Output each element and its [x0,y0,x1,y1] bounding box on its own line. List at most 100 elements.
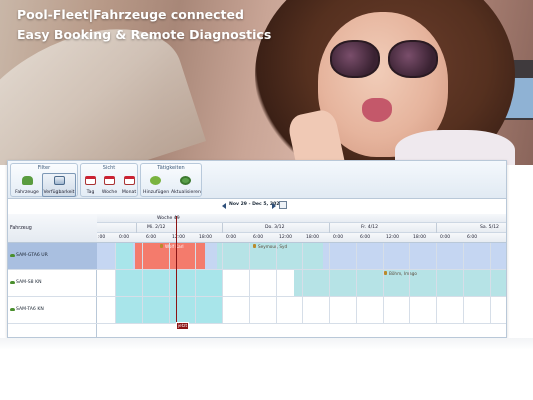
hour-label: 0:00 [440,235,451,240]
date-navigator: Nov 29 - Dec 5, 2020 [8,199,506,214]
current-time-badge: jetzt [176,322,189,330]
day-label: Do. 3/12 [265,225,285,230]
hour-label: 18:00 [306,235,319,240]
view-day-button[interactable]: Tag [82,173,99,197]
hour-label: 12:00 [172,235,185,240]
vehicle-column-header: Fahrzeug [8,214,97,243]
ribbon-group-title: Tätigkeiten [157,165,185,171]
page: Pool-Fleet|Fahrzeuge connected Easy Book… [0,0,533,400]
current-time-line [176,216,177,326]
booking-label: Seymour, Syd [258,244,288,249]
car-icon [21,176,33,185]
hour-label: 18:00 [413,235,426,240]
booking-block[interactable]: Seymour, Syd [217,243,323,269]
booking-block[interactable]: Böhm, Imago [294,270,506,296]
day-separator [436,223,437,233]
vehicle-label: SAM-GTA6 UR [16,253,48,258]
availability-filter-button[interactable]: Verfügbarkeit [42,173,76,197]
hour-label: 6:00 [360,235,371,240]
vehicle-row-header[interactable]: SAM-S8 KN [8,270,97,297]
calendar-day-icon [85,176,96,185]
hour-label: 6:00 [146,235,157,240]
booking-label: Wolf Karl [165,244,184,249]
grid-line [490,243,491,324]
button-label: Tag [86,190,95,195]
sunglasses-left [330,40,380,78]
week-header: Woche 49 [97,214,506,223]
next-week-arrow-icon[interactable] [272,203,276,209]
person-icon [253,244,256,248]
grid-line [302,243,303,324]
add-button[interactable]: Hinzufügen [142,173,169,197]
grid-line [195,243,196,324]
hero-subtitle: Easy Booking & Remote Diagnostics [17,27,272,42]
person-icon [384,271,387,275]
day-header: Mi. 2/12 Do. 3/12 Fr. 4/12 Sa. 5/12 [97,223,506,233]
view-week-button[interactable]: Woche [100,173,119,197]
button-label: Woche [101,190,118,195]
scheduler-window: Filter Fahrzeuge Verfügbarkeit Sicht Tag [7,160,507,338]
ribbon-group-title: Filter [37,165,51,171]
refresh-icon [180,176,191,185]
button-label: Fahrzeuge [15,190,39,195]
calendar-picker-icon[interactable] [279,201,287,209]
grid-line [276,243,277,324]
grid-line [249,243,250,324]
car-icon [10,281,15,284]
car-icon [10,308,15,311]
grid-line [383,243,384,324]
grid-line [436,243,437,324]
hero-photo: Pool-Fleet|Fahrzeuge connected Easy Book… [0,0,533,165]
hour-label: :00 [98,235,106,240]
timeline-area: Woche 49 Mi. 2/12 Do. 3/12 Fr. 4/12 Sa. … [97,214,506,337]
person-icon [160,244,163,248]
grid-line [409,243,410,324]
grid-line [169,243,170,324]
ribbon-group-filter: Filter Fahrzeuge Verfügbarkeit [10,163,78,197]
grid-line [115,243,116,324]
grid-line [222,243,223,324]
vehicle-row-header[interactable]: SAM-TA6 KN [8,297,97,324]
vehicle-row-header[interactable]: SAM-GTA6 UR [8,243,97,270]
booking-label: Böhm, Imago [389,271,417,276]
availability-block [115,243,133,269]
bottom-shadow [0,338,533,350]
timeline-rows: Wolf Karl Seymour, Syd Böhm, Imago [97,243,506,337]
ribbon-group-view: Sicht Tag Woche Monat [80,163,138,197]
button-label: Monat [121,190,137,195]
add-icon [150,176,161,185]
day-label: Fr. 4/12 [361,225,379,230]
button-label: Hinzufügen [143,190,170,195]
hour-label: 6:00 [253,235,264,240]
previous-week-arrow-icon[interactable] [222,203,226,209]
vehicles-filter-button[interactable]: Fahrzeuge [13,173,41,197]
day-separator [222,223,223,233]
schedule-grid: Fahrzeug SAM-GTA6 UR SAM-S8 KN SAM-TA6 K… [8,214,506,337]
hour-label: 12:00 [386,235,399,240]
hour-label: 6:00 [467,235,478,240]
day-separator [329,223,330,233]
ribbon-group-actions: Tätigkeiten Hinzufügen Aktualisieren [140,163,202,197]
day-label: Mi. 2/12 [147,225,166,230]
button-label: Verfügbarkeit [43,190,75,195]
vehicle-label: SAM-S8 KN [16,280,42,285]
view-month-button[interactable]: Monat [120,173,138,197]
hour-label: 0:00 [226,235,237,240]
calendar-week-icon [104,176,115,185]
sunglasses-right [388,40,438,78]
refresh-button[interactable]: Aktualisieren [170,173,201,197]
availability-icon [53,176,65,185]
hero-title: Pool-Fleet|Fahrzeuge connected [17,7,244,22]
grid-line [329,243,330,324]
car-icon [10,254,15,257]
hour-label: 0:00 [333,235,344,240]
mouth [362,98,392,122]
button-label: Aktualisieren [171,190,201,195]
grid-line [463,243,464,324]
date-range-label: Nov 29 - Dec 5, 2020 [229,202,283,207]
vehicle-column-label: Fahrzeug [10,226,32,231]
vehicle-label: SAM-TA6 KN [16,307,44,312]
ribbon-group-title: Sicht [102,165,116,171]
hour-label: 12:00 [279,235,292,240]
hour-label: 0:00 [119,235,130,240]
